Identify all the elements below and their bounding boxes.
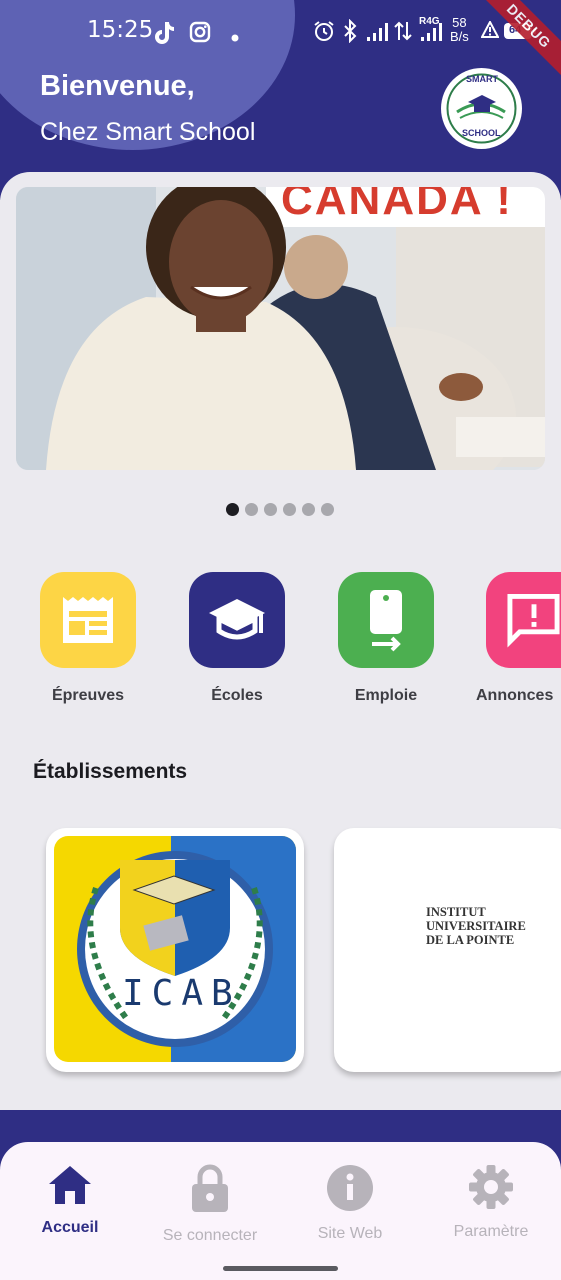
iup-line3: DE LA POINTE [426, 933, 515, 947]
category-emploie[interactable]: Emploie [338, 572, 434, 704]
bottom-navigation: Accueil Se connecter Site Web Paramètre [0, 1142, 561, 1280]
nav-label: Paramètre [453, 1223, 529, 1240]
nav-item-accueil[interactable]: Accueil [0, 1164, 140, 1237]
signal-icon [366, 22, 390, 47]
warning-icon [480, 19, 500, 44]
welcome-title: Bienvenue, [40, 70, 195, 102]
lock-icon [192, 1164, 228, 1212]
welcome-subtitle: Chez Smart School [40, 118, 256, 146]
logo-text-top: SMART [466, 74, 498, 84]
iup-name: INSTITUT UNIVERSITAIRE DE LA POINTE [426, 905, 526, 947]
bluetooth-icon [342, 18, 358, 48]
category-tile[interactable] [189, 572, 285, 668]
app-header: 15:25 R4G 58 B/s DEBUG Bienvenue, Chez S… [0, 0, 561, 200]
category-epreuves[interactable]: Épreuves [40, 572, 136, 704]
data-arrows-icon [394, 20, 412, 47]
alarm-icon [313, 20, 335, 47]
nav-label: Accueil [41, 1219, 99, 1236]
carousel-dot[interactable] [264, 503, 277, 516]
category-label: Annonces [476, 687, 554, 704]
announcement-icon [507, 593, 560, 648]
nav-item-site-web[interactable]: Site Web [280, 1164, 420, 1243]
nav-label: Se connecter [162, 1227, 258, 1244]
net-speed-value: 58 [452, 15, 467, 30]
carousel-dot[interactable] [302, 503, 315, 516]
iup-line2: UNIVERSITAIRE [426, 919, 526, 933]
carousel-dot[interactable] [283, 503, 296, 516]
gesture-bar[interactable] [223, 1266, 338, 1271]
category-label: Emploie [354, 687, 418, 704]
nav-item-parametre[interactable]: Paramètre [421, 1164, 561, 1241]
phone-transfer-icon [370, 590, 402, 652]
category-label: Écoles [211, 687, 263, 704]
newspaper-icon [63, 597, 113, 643]
home-icon [49, 1166, 91, 1204]
banner-image [16, 187, 545, 470]
gear-icon [469, 1165, 513, 1209]
category-tile[interactable] [40, 572, 136, 668]
nav-label: Site Web [317, 1225, 383, 1242]
school-card-icab[interactable]: ICAB [46, 828, 304, 1072]
icab-name: ICAB [122, 973, 241, 1014]
icab-logo [54, 836, 296, 1062]
carousel-indicator [226, 503, 334, 516]
banner-carousel[interactable]: CANADA ! [16, 187, 545, 470]
carousel-dot[interactable] [226, 503, 239, 516]
category-annonces[interactable]: Annonces [476, 572, 561, 704]
instagram-icon [189, 21, 211, 48]
logo-text-bottom: SCHOOL [462, 128, 501, 138]
banner-text: CANADA ! [281, 187, 513, 224]
status-bar: 15:25 R4G 58 B/s DEBUG [0, 0, 561, 84]
info-icon [327, 1165, 373, 1211]
carousel-dot[interactable] [245, 503, 258, 516]
net-speed: 58 B/s [450, 16, 469, 44]
iup-line1: INSTITUT [426, 905, 486, 919]
graduation-cap-icon [209, 599, 265, 640]
signal-icon [420, 22, 444, 47]
smart-school-logo[interactable]: SMART SCHOOL [441, 68, 522, 149]
tiktok-icon [153, 21, 175, 50]
category-tile[interactable] [486, 572, 561, 668]
category-ecoles[interactable]: Écoles [189, 572, 285, 704]
section-title: Établissements [33, 760, 188, 783]
category-tile[interactable] [338, 572, 434, 668]
school-card-iup[interactable]: INSTITUT UNIVERSITAIRE DE LA POINTE [334, 828, 561, 1072]
nav-item-se-connecter[interactable]: Se connecter [140, 1164, 280, 1245]
net-speed-unit: B/s [450, 29, 469, 44]
carousel-dot[interactable] [321, 503, 334, 516]
dot-icon [231, 29, 239, 47]
category-label: Épreuves [51, 687, 125, 704]
status-time: 15:25 [87, 17, 154, 43]
